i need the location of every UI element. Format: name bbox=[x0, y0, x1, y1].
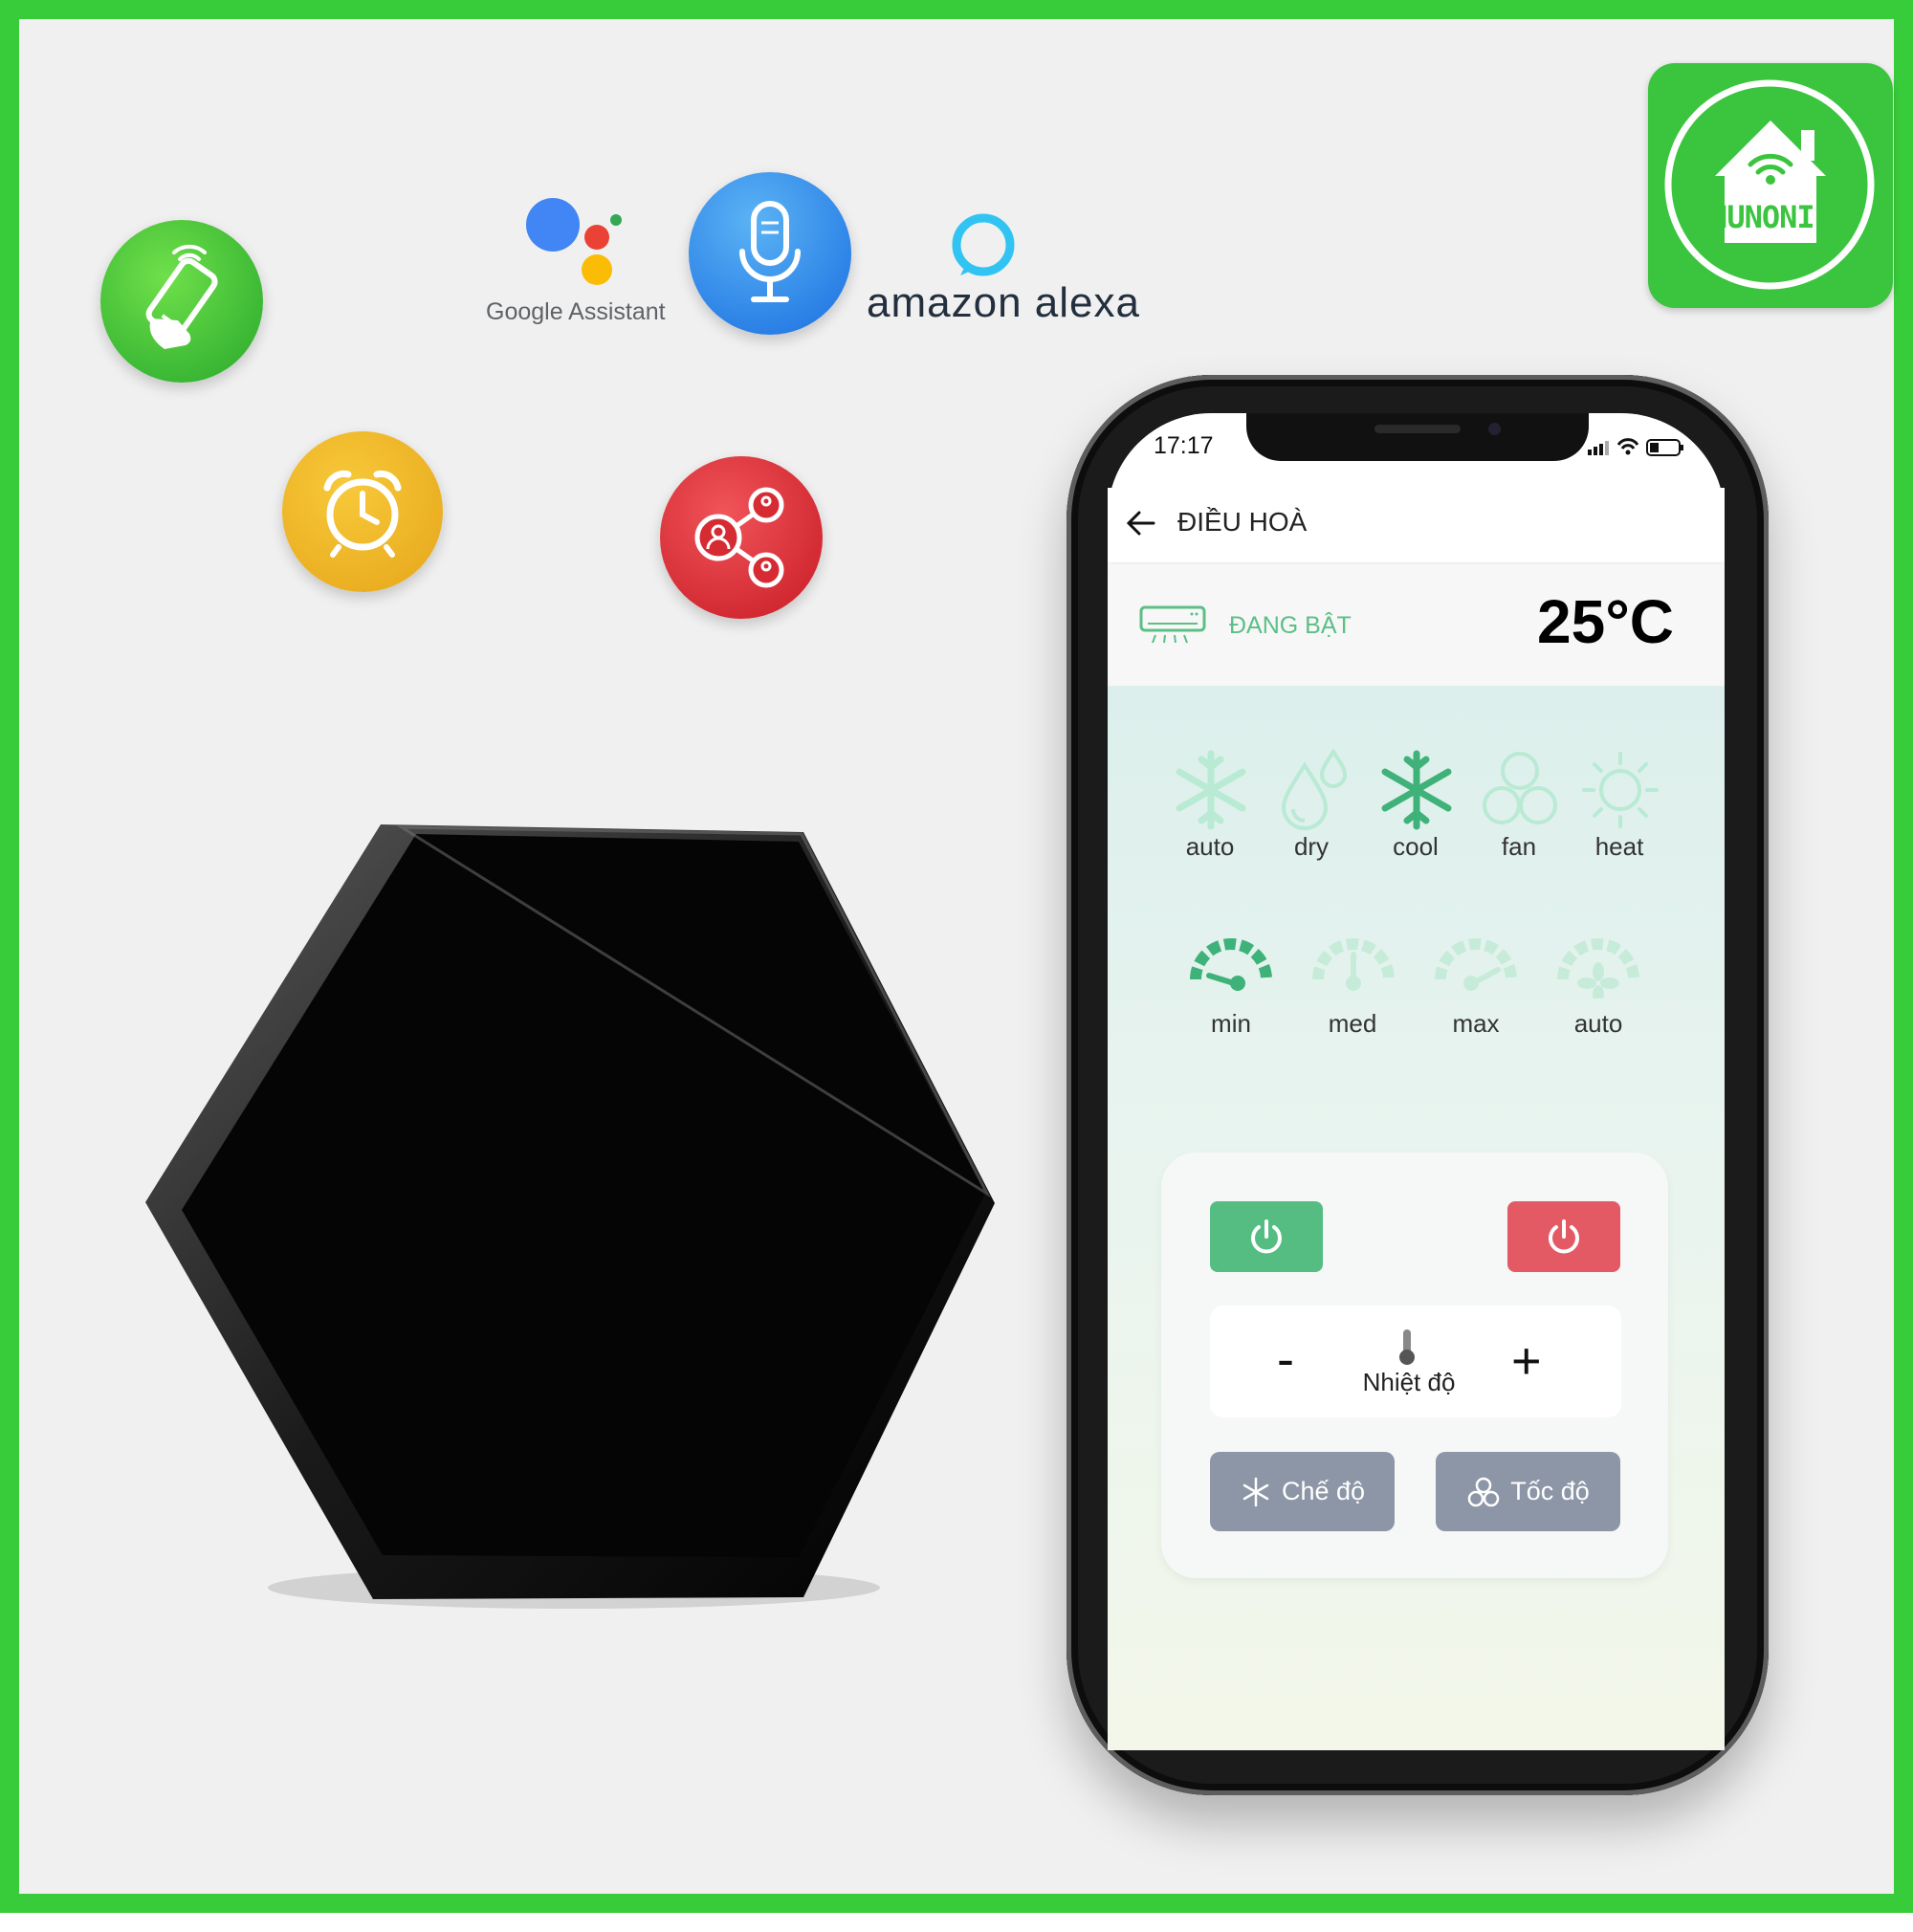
back-arrow-icon[interactable] bbox=[1125, 509, 1157, 538]
fan-gauge-icon bbox=[1557, 938, 1639, 999]
mode-button-label: Chế độ bbox=[1281, 1477, 1366, 1505]
fan-icon bbox=[1483, 752, 1557, 824]
speed-button[interactable]: Tốc độ bbox=[1436, 1452, 1620, 1531]
phone-notch bbox=[1246, 413, 1589, 461]
snowflake-sun-icon bbox=[1242, 1477, 1269, 1506]
status-time: 17:17 bbox=[1154, 432, 1214, 459]
gauge-icon bbox=[1312, 938, 1395, 991]
mode-button[interactable]: Chế độ bbox=[1210, 1452, 1395, 1531]
gauge-icon bbox=[1190, 938, 1272, 991]
power-icon bbox=[1549, 1219, 1579, 1254]
droplets-icon bbox=[1281, 748, 1348, 830]
canvas: HUNONIC Google Assistant amazon alexa 17… bbox=[0, 0, 1913, 1913]
temperature-plus-button[interactable]: + bbox=[1511, 1331, 1542, 1391]
mode-label: fan bbox=[1501, 832, 1537, 861]
mode-label: auto bbox=[1185, 832, 1235, 861]
snowflake-icon bbox=[1381, 750, 1452, 830]
snowflake-icon bbox=[1176, 750, 1246, 830]
air-conditioner-icon bbox=[1139, 605, 1206, 644]
mode-label: heat bbox=[1594, 832, 1644, 861]
device-status: ĐANG BẬT bbox=[1229, 612, 1352, 639]
page-title: ĐIỀU HOÀ bbox=[1177, 507, 1308, 537]
speed-label: min bbox=[1211, 1009, 1251, 1038]
mode-label: dry bbox=[1293, 832, 1330, 861]
speed-button-label: Tốc độ bbox=[1510, 1477, 1590, 1505]
power-off-button[interactable] bbox=[1507, 1201, 1620, 1272]
power-icon bbox=[1251, 1219, 1282, 1254]
temperature-label: Nhiệt độ bbox=[1362, 1368, 1456, 1396]
gauge-icon bbox=[1435, 938, 1517, 991]
thermometer-icon bbox=[1399, 1329, 1415, 1365]
current-temperature: 25°C bbox=[1537, 587, 1674, 656]
status-icons bbox=[1588, 438, 1683, 456]
speed-label: max bbox=[1452, 1009, 1500, 1038]
mode-label: cool bbox=[1393, 832, 1439, 861]
speed-label: auto bbox=[1573, 1009, 1623, 1038]
power-on-button[interactable] bbox=[1210, 1201, 1323, 1272]
sun-icon bbox=[1582, 752, 1659, 828]
fan-icon bbox=[1467, 1477, 1500, 1506]
speed-label: med bbox=[1328, 1009, 1377, 1038]
temperature-minus-button[interactable]: - bbox=[1277, 1329, 1294, 1389]
